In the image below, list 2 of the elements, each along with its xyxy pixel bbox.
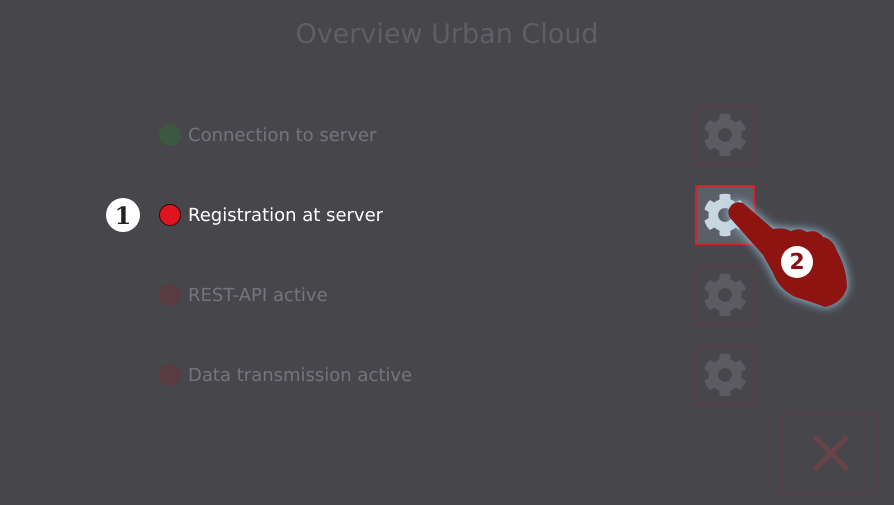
- status-label: Registration at server: [188, 204, 384, 226]
- callout-badge: 1: [106, 198, 140, 232]
